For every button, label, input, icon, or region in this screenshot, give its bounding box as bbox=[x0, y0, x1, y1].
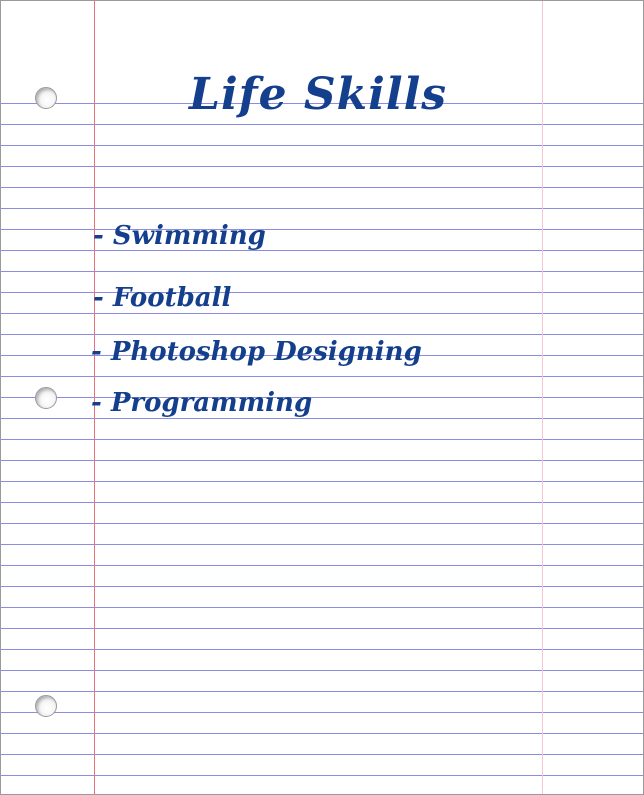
binder-hole-icon bbox=[35, 87, 57, 109]
page-title: Life Skills bbox=[189, 69, 448, 120]
skill-item: - Football bbox=[93, 283, 232, 313]
skill-item: - Swimming bbox=[93, 221, 266, 251]
notebook-page: Life Skills - Swimming - Football - Phot… bbox=[0, 0, 644, 795]
right-margin-line bbox=[542, 1, 543, 794]
skill-item: - Programming bbox=[91, 388, 313, 418]
binder-hole-icon bbox=[35, 695, 57, 717]
skill-item: - Photoshop Designing bbox=[91, 337, 422, 367]
binder-hole-icon bbox=[35, 387, 57, 409]
